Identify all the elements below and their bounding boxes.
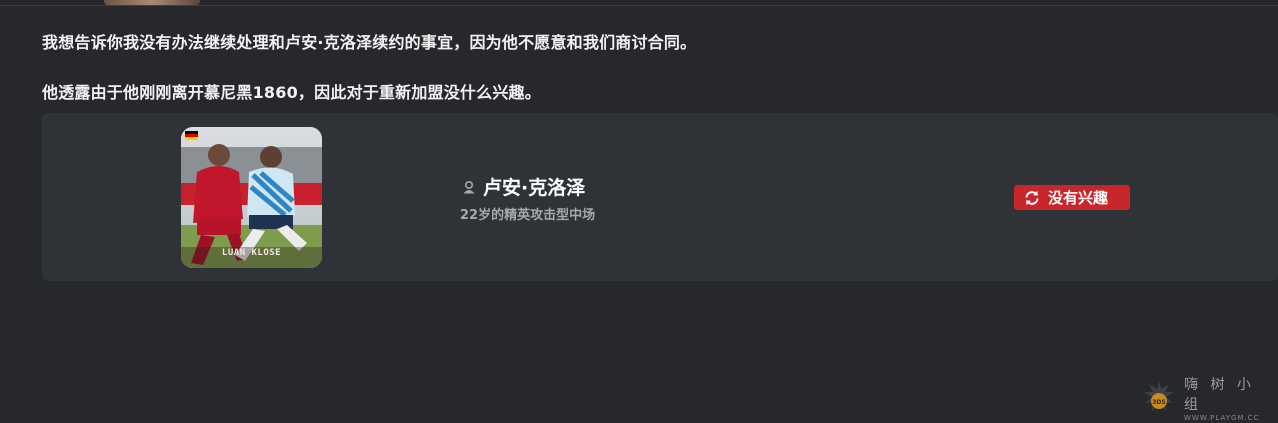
site-watermark: 3DS 嗨 树 小 组 WWW.PLAYGM.CC	[1140, 377, 1272, 422]
message-line-1: 我想告诉你我没有办法继续处理和卢安·克洛泽续约的事宜，因为他不愿意和我们商讨合同…	[42, 33, 697, 52]
watermark-url: WWW.PLAYGM.CC	[1184, 414, 1260, 422]
top-divider	[0, 5, 1278, 6]
player-photo-caption: LUAN KLOSE	[221, 248, 282, 258]
status-label: 没有兴趣	[1048, 189, 1109, 207]
news-item-page: 我想告诉你我没有办法继续处理和卢安·克洛泽续约的事宜，因为他不愿意和我们商讨合同…	[0, 0, 1278, 423]
message-line-2: 他透露由于他刚刚离开慕尼黑1860，因此对于重新加盟没什么兴趣。	[42, 83, 541, 102]
svg-text:3DS: 3DS	[1152, 399, 1165, 406]
watermark-logo-icon: 3DS	[1140, 379, 1178, 417]
germany-flag-icon	[185, 131, 198, 140]
player-photo[interactable]: LUAN KLOSE	[181, 127, 322, 268]
watermark-brand: 嗨 树 小 组	[1184, 377, 1255, 413]
player-card[interactable]: LUAN KLOSE 卢安·克洛泽 22岁的精英攻击型中场 没有兴趣	[42, 113, 1278, 281]
player-description: 22岁的精英攻击型中场	[460, 208, 596, 223]
person-icon	[462, 179, 476, 194]
refresh-icon	[1023, 189, 1041, 207]
status-badge: 没有兴趣	[1014, 185, 1130, 210]
player-name-row[interactable]: 卢安·克洛泽	[462, 173, 585, 199]
player-name[interactable]: 卢安·克洛泽	[483, 173, 585, 200]
